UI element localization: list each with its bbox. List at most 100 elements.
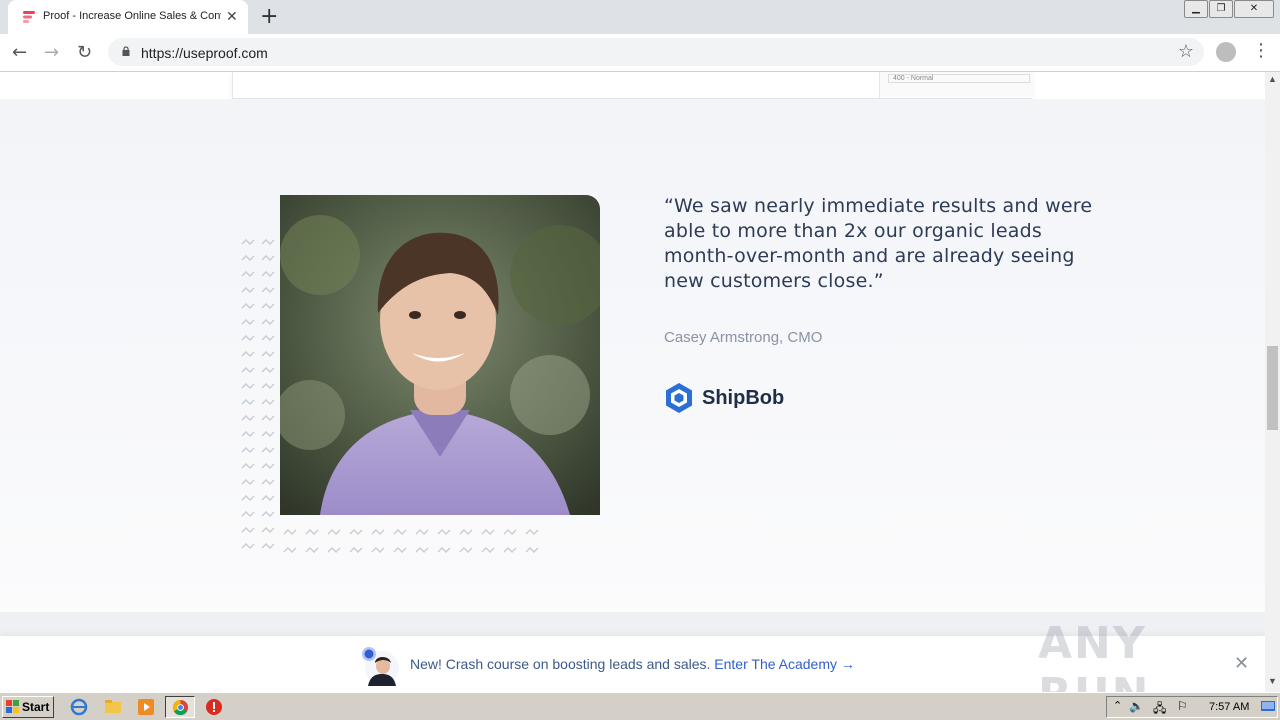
- shipbob-cube-icon: [666, 383, 692, 413]
- squiggle-mark: [261, 527, 275, 533]
- shipbob-logo: ShipBob: [664, 382, 784, 414]
- squiggle-mark: [261, 271, 275, 277]
- menu-kebab-icon[interactable]: ⋮: [1252, 40, 1270, 61]
- start-button[interactable]: Start: [2, 696, 54, 718]
- squiggle-mark: [261, 511, 275, 517]
- proof-favicon-icon: [23, 11, 35, 23]
- squiggle-mark: [261, 367, 275, 373]
- testimonial-quote: “We saw nearly immediate results and wer…: [664, 195, 1093, 292]
- preview-side-panel: 400 - Normal: [879, 72, 1033, 98]
- start-label: Start: [22, 700, 50, 714]
- squiggle-mark: [283, 547, 297, 553]
- network-icon[interactable]: 🖧: [1153, 699, 1166, 720]
- product-preview-card: 400 - Normal: [232, 72, 1033, 99]
- scroll-down-arrow-icon[interactable]: ▼: [1268, 676, 1277, 686]
- media-player-icon[interactable]: [137, 698, 155, 716]
- squiggle-mark: [415, 529, 429, 535]
- squiggle-mark: [371, 529, 385, 535]
- squiggle-mark: [327, 547, 341, 553]
- squiggle-mark: [241, 351, 255, 357]
- bookmark-star-icon[interactable]: ☆: [1178, 41, 1194, 62]
- restore-button[interactable]: ❐: [1209, 0, 1233, 18]
- enter-academy-link[interactable]: Enter The Academy →: [714, 656, 855, 672]
- new-tab-button[interactable]: +: [260, 4, 278, 29]
- squiggle-mark: [437, 547, 451, 553]
- security-alert-icon[interactable]: [205, 698, 223, 716]
- academy-presenter-avatar: [362, 647, 399, 686]
- squiggle-mark: [481, 529, 495, 535]
- profile-avatar-icon[interactable]: [1216, 42, 1236, 62]
- squiggle-mark: [241, 303, 255, 309]
- address-bar[interactable]: https://useproof.com ☆: [108, 38, 1204, 66]
- vertical-scrollbar[interactable]: ▲ ▼: [1265, 72, 1280, 692]
- squiggle-mark: [241, 447, 255, 453]
- squiggle-mark: [349, 529, 363, 535]
- squiggle-mark: [283, 529, 297, 535]
- scrollbar-thumb[interactable]: [1267, 346, 1278, 430]
- squiggle-mark: [261, 447, 275, 453]
- squiggle-mark: [241, 335, 255, 341]
- squiggle-mark: [241, 543, 255, 549]
- testimonial-author: Casey Armstrong, CMO: [664, 329, 823, 346]
- squiggle-mark: [459, 529, 473, 535]
- close-window-button[interactable]: ✕: [1234, 0, 1274, 18]
- reload-icon[interactable]: ↻: [77, 42, 92, 63]
- tab-close-icon[interactable]: ✕: [226, 8, 238, 25]
- browser-toolbar: ← → ↻ https://useproof.com ☆: [0, 34, 1280, 72]
- chrome-taskbar-button[interactable]: [165, 696, 195, 718]
- squiggle-mark: [261, 255, 275, 261]
- minimize-button[interactable]: ▁: [1184, 0, 1208, 18]
- squiggle-mark: [261, 495, 275, 501]
- squiggle-mark: [241, 319, 255, 325]
- show-desktop-icon[interactable]: [1261, 701, 1275, 713]
- squiggle-mark: [525, 547, 539, 553]
- volume-icon[interactable]: 🔈: [1129, 699, 1144, 713]
- squiggle-mark: [261, 303, 275, 309]
- squiggle-mark: [241, 383, 255, 389]
- browser-tab[interactable]: Proof - Increase Online Sales & Conv ✕: [8, 0, 248, 34]
- squiggle-mark: [241, 463, 255, 469]
- squiggle-mark: [241, 399, 255, 405]
- squiggle-mark: [241, 287, 255, 293]
- tray-expand-icon[interactable]: ⌃: [1113, 699, 1122, 712]
- squiggle-mark: [481, 547, 495, 553]
- chrome-icon: [172, 699, 189, 716]
- testimonial-section: “We saw nearly immediate results and wer…: [0, 99, 1265, 612]
- page-viewport: 400 - Normal “We saw nearly immediate re…: [0, 72, 1265, 692]
- squiggle-mark: [261, 383, 275, 389]
- squiggle-mark: [305, 547, 319, 553]
- squiggle-mark: [525, 529, 539, 535]
- scroll-up-arrow-icon[interactable]: ▲: [1268, 74, 1277, 84]
- squiggle-mark: [241, 271, 255, 277]
- internet-explorer-icon[interactable]: [70, 698, 88, 716]
- url-text: https://useproof.com: [141, 45, 268, 61]
- squiggle-mark: [371, 547, 385, 553]
- squiggle-mark: [241, 495, 255, 501]
- squiggle-mark: [261, 287, 275, 293]
- action-center-flag-icon[interactable]: ⚐: [1177, 699, 1188, 713]
- squiggle-mark: [261, 463, 275, 469]
- squiggle-mark: [261, 431, 275, 437]
- squiggle-mark: [415, 547, 429, 553]
- windows-flag-icon: [6, 700, 19, 713]
- font-weight-select: 400 - Normal: [888, 74, 1030, 83]
- squiggle-mark: [241, 415, 255, 421]
- squiggle-mark: [261, 239, 275, 245]
- squiggle-mark: [261, 399, 275, 405]
- squiggle-mark: [437, 529, 451, 535]
- file-explorer-icon[interactable]: [104, 698, 122, 716]
- squiggle-mark: [261, 415, 275, 421]
- squiggle-mark: [261, 543, 275, 549]
- clock: 7:57 AM: [1209, 701, 1250, 713]
- anyrun-watermark: ANY RUN: [1038, 618, 1148, 692]
- brand-name: ShipBob: [702, 387, 785, 409]
- squiggle-mark: [393, 529, 407, 535]
- forward-icon[interactable]: →: [44, 42, 59, 63]
- squiggle-mark: [261, 319, 275, 325]
- back-icon[interactable]: ←: [12, 42, 27, 63]
- squiggle-mark: [327, 529, 341, 535]
- squiggle-mark: [349, 547, 363, 553]
- squiggle-mark: [393, 547, 407, 553]
- squiggle-mark: [241, 255, 255, 261]
- squiggle-mark: [261, 479, 275, 485]
